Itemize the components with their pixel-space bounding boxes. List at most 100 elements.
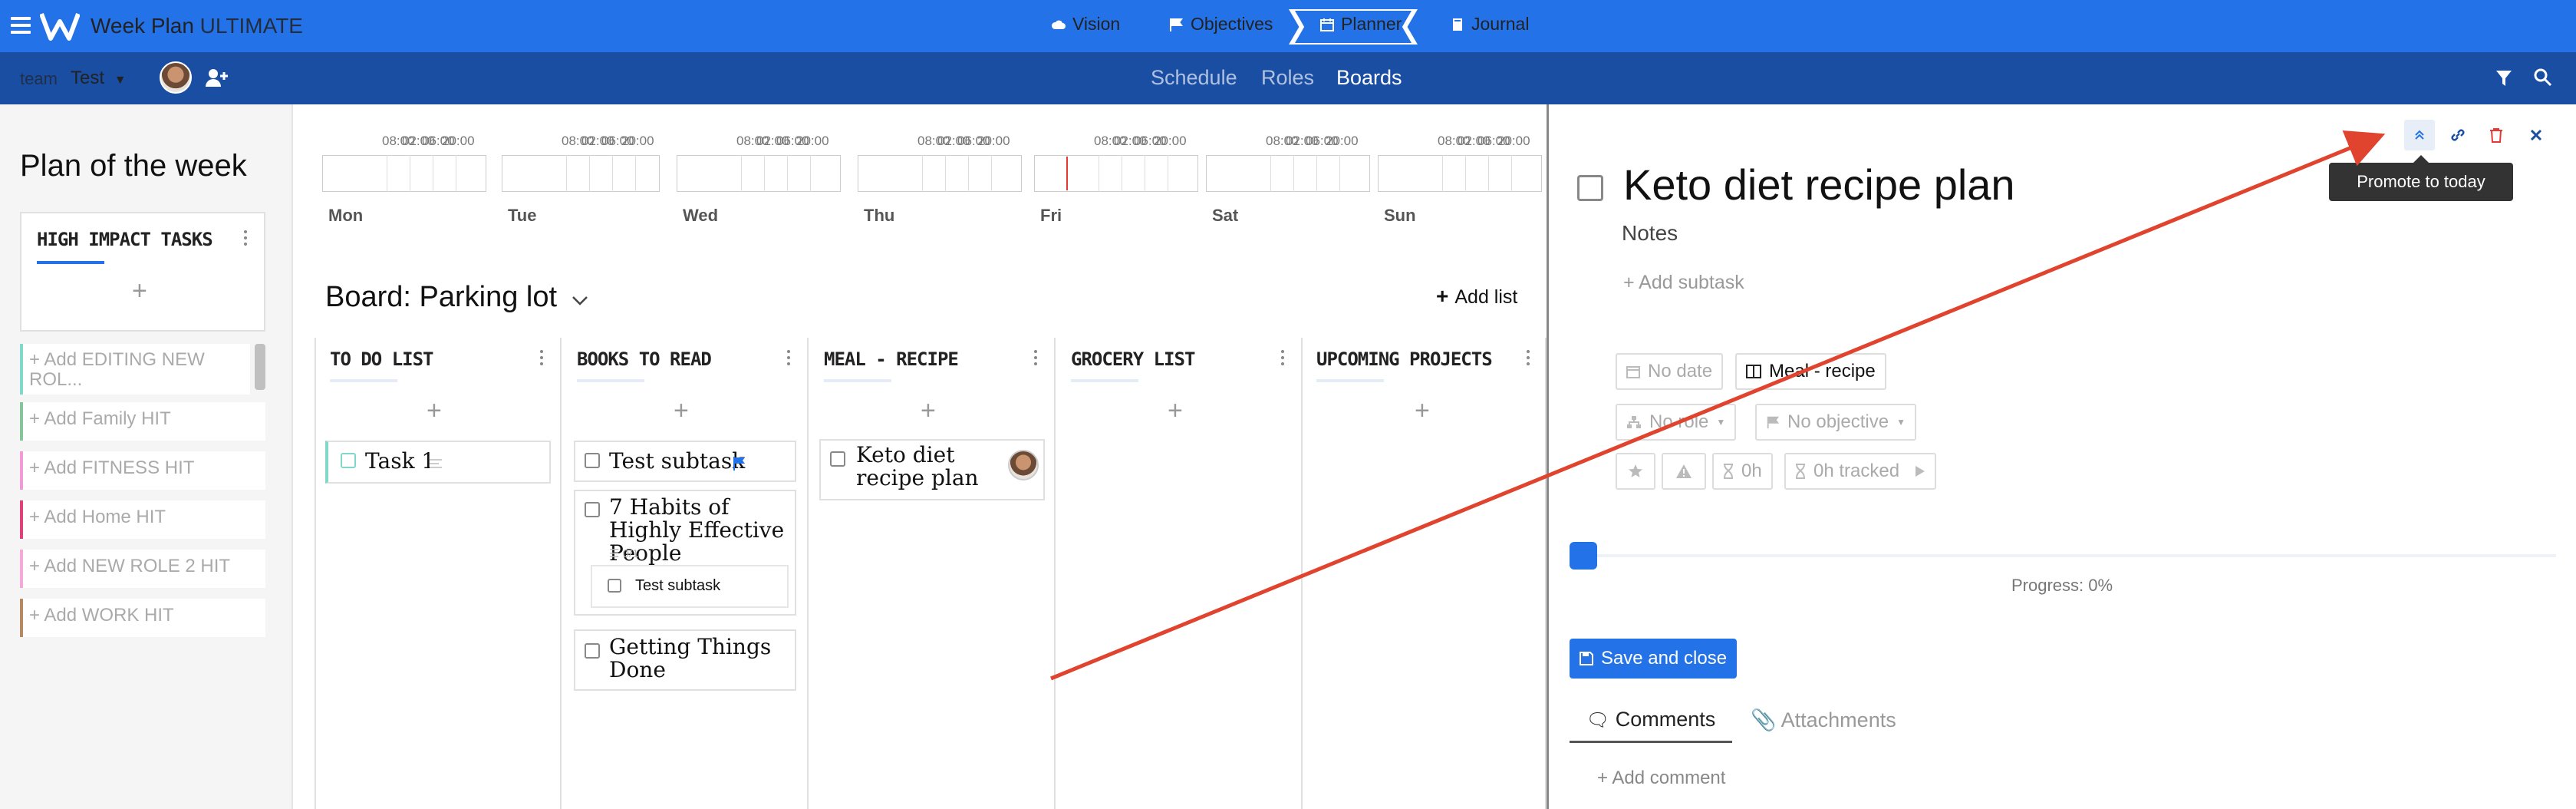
urgent-chip[interactable]	[1662, 453, 1706, 490]
brand-title[interactable]: Week Plan ULTIMATE	[91, 14, 303, 38]
task-card[interactable]: Test subtask	[574, 441, 796, 482]
add-card-plus-icon[interactable]: +	[674, 398, 689, 424]
list-chip[interactable]: Meal - recipe	[1735, 353, 1886, 390]
day-timeline[interactable]	[502, 155, 660, 192]
star-icon	[1629, 464, 1642, 477]
list-title: UPCOMING PROJECTS	[1316, 348, 1493, 370]
list-more-icon[interactable]	[1281, 350, 1286, 368]
task-title: Task 1	[365, 448, 436, 474]
list-more-icon[interactable]	[1034, 350, 1039, 368]
list-chip-label: Meal - recipe	[1769, 361, 1876, 381]
role-add-row[interactable]: + Add Family HIT	[20, 402, 265, 441]
link-button[interactable]	[2443, 120, 2473, 150]
tab-attachments[interactable]: 📎 Attachments	[1751, 708, 1896, 732]
hit-title: HIGH IMPACT TASKS	[37, 229, 213, 250]
add-card-plus-icon[interactable]: +	[921, 398, 936, 424]
role-add-label: + Add FITNESS HIT	[29, 457, 195, 478]
subnav-schedule[interactable]: Schedule	[1151, 66, 1237, 90]
subtask-row[interactable]: Test subtask	[591, 565, 789, 608]
add-hit-plus-icon[interactable]: +	[132, 278, 147, 304]
add-card-plus-icon[interactable]: +	[1415, 398, 1430, 424]
save-and-close-button[interactable]: Save and close	[1570, 639, 1737, 679]
star-chip[interactable]	[1616, 453, 1655, 490]
hour-divider	[1339, 155, 1340, 192]
task-checkbox[interactable]	[585, 453, 600, 468]
day-timeline[interactable]	[1378, 155, 1542, 192]
tab-comments[interactable]: 🗨 Comments	[1570, 708, 1732, 743]
progress-track[interactable]	[1580, 554, 2556, 557]
add-user-icon[interactable]	[204, 68, 229, 88]
day-timeline[interactable]	[1034, 155, 1198, 192]
list-more-icon[interactable]	[540, 350, 545, 368]
add-list-button[interactable]: + Add list	[1436, 284, 1517, 309]
role-add-row[interactable]: + Add WORK HIT	[20, 599, 265, 637]
day-timeline[interactable]	[677, 155, 841, 192]
promote-to-today-button[interactable]	[2404, 120, 2435, 150]
add-card-plus-icon[interactable]: +	[427, 398, 442, 424]
list-more-icon[interactable]	[1527, 350, 1531, 368]
task-card[interactable]: 7 Habits of Highly Effective People ☰ 0/…	[574, 490, 796, 616]
objective-chip[interactable]: No objective ▼	[1755, 404, 1916, 441]
hit-more-icon[interactable]	[244, 230, 249, 249]
add-subtask-link[interactable]: + Add subtask	[1623, 272, 1744, 294]
hour-divider	[968, 155, 969, 192]
board-title-selector[interactable]: Board: Parking lot	[325, 281, 588, 314]
subnav-boards[interactable]: Boards	[1336, 66, 1402, 90]
day-timeline[interactable]	[1206, 155, 1370, 192]
sidebar-scrollbar[interactable]	[255, 344, 265, 390]
delete-button[interactable]	[2481, 120, 2512, 150]
role-add-row[interactable]: + Add FITNESS HIT	[20, 451, 265, 490]
play-icon[interactable]	[1915, 465, 1925, 477]
menu-icon[interactable]	[11, 17, 31, 34]
date-chip[interactable]: No date	[1616, 353, 1724, 390]
role-add-row[interactable]: + Add Home HIT	[20, 500, 265, 539]
user-avatar[interactable]	[160, 61, 192, 94]
subnav-roles[interactable]: Roles	[1261, 66, 1314, 90]
task-detail-title[interactable]: Keto diet recipe plan	[1623, 160, 2015, 210]
hourglass-icon	[1724, 464, 1733, 479]
nav-objectives[interactable]: Objectives	[1169, 14, 1273, 35]
task-card[interactable]: Getting Things Done	[574, 629, 796, 691]
nav-vision[interactable]: Vision	[1051, 14, 1120, 35]
nav-planner[interactable]: Planner	[1319, 14, 1402, 35]
hour-divider	[1293, 155, 1294, 192]
role-add-row[interactable]: + Add NEW ROLE 2 HIT	[20, 550, 265, 588]
close-button[interactable]	[2521, 120, 2551, 150]
nav-journal[interactable]: Journal	[1450, 14, 1529, 35]
list-more-icon[interactable]	[787, 350, 792, 368]
task-card[interactable]: Keto diet recipe plan	[819, 439, 1045, 500]
day-label: Thu	[864, 206, 895, 225]
notes-icon	[430, 459, 442, 468]
time-label: 20:00	[621, 134, 654, 148]
day-timeline[interactable]	[322, 155, 486, 192]
role-add-row[interactable]: + Add EDITING NEW ROL...	[20, 344, 250, 395]
task-checkbox[interactable]	[585, 643, 600, 659]
add-comment-link[interactable]: + Add comment	[1597, 768, 1725, 789]
filter-icon[interactable]	[2495, 69, 2513, 88]
progress-slider-handle[interactable]	[1570, 542, 1597, 570]
add-card-plus-icon[interactable]: +	[1168, 398, 1183, 424]
task-notes[interactable]: Notes	[1622, 221, 1678, 246]
hour-divider	[764, 155, 765, 192]
hour-divider	[589, 155, 590, 192]
role-chip[interactable]: No role ▼	[1616, 404, 1737, 441]
objective-chip-label: No objective	[1787, 411, 1889, 432]
nav-objectives-label: Objectives	[1191, 14, 1273, 34]
flag-icon	[1170, 18, 1183, 31]
role-add-label: + Add NEW ROLE 2 HIT	[29, 556, 231, 576]
task-card[interactable]: Task 1	[325, 441, 551, 484]
week-plan-logo[interactable]	[40, 11, 80, 41]
task-complete-checkbox[interactable]	[1577, 175, 1603, 201]
assignee-avatar[interactable]	[1008, 450, 1039, 480]
task-checkbox[interactable]	[585, 502, 600, 517]
subtask-checkbox[interactable]	[608, 579, 621, 593]
tracked-chip[interactable]: 0h tracked	[1784, 453, 1937, 490]
hours-chip[interactable]: 0h	[1712, 453, 1773, 490]
team-selector[interactable]: Test ▼	[71, 68, 127, 89]
task-checkbox[interactable]	[830, 451, 845, 467]
sitemap-icon	[1627, 416, 1641, 428]
search-icon[interactable]	[2533, 68, 2553, 88]
day-timeline[interactable]	[858, 155, 1022, 192]
task-checkbox[interactable]	[341, 453, 356, 468]
nav-vision-label: Vision	[1072, 14, 1121, 34]
